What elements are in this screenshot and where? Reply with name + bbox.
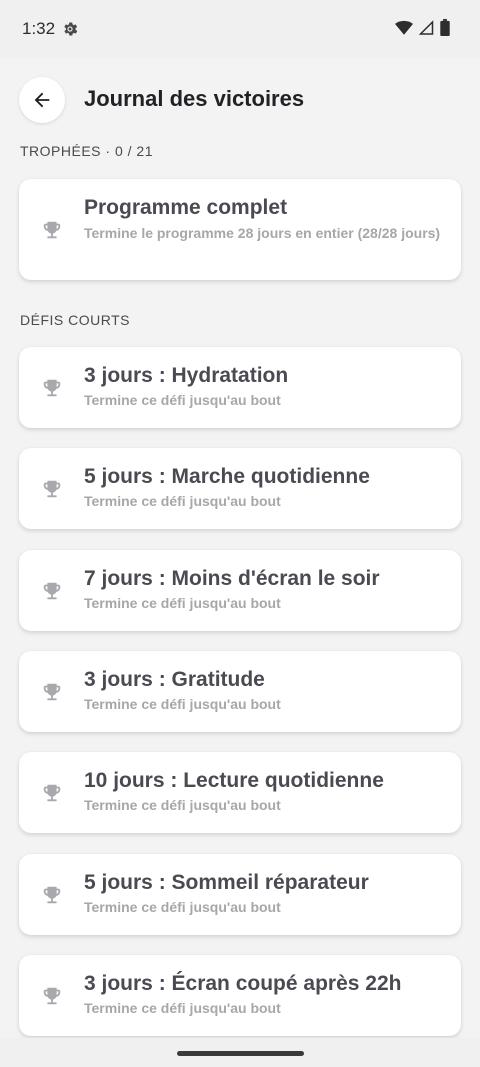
card-title: 3 jours : Écran coupé après 22h xyxy=(84,972,402,995)
status-time: 1:32 xyxy=(22,19,56,38)
challenge-card[interactable]: 5 jours : Marche quotidienne Termine ce d… xyxy=(19,448,461,529)
battery-icon xyxy=(440,19,450,36)
card-title: 5 jours : Marche quotidienne xyxy=(84,465,370,488)
challenge-card[interactable]: 5 jours : Sommeil réparateur Termine ce d… xyxy=(19,854,461,935)
trophy-icon xyxy=(43,784,61,802)
back-button[interactable] xyxy=(19,77,65,123)
card-subtitle: Termine ce défi jusqu'au bout xyxy=(84,493,281,509)
card-title: 3 jours : Gratitude xyxy=(84,668,265,691)
page-title: Journal des victoires xyxy=(84,86,305,111)
challenge-card[interactable]: 3 jours : Écran coupé après 22h Termine c… xyxy=(19,955,461,1036)
challenge-card[interactable]: 3 jours : Hydratation Termine ce défi jus… xyxy=(19,347,461,428)
card-title: 3 jours : Hydratation xyxy=(84,364,289,387)
trophy-icon xyxy=(43,480,61,498)
trophy-icon xyxy=(43,379,61,397)
card-title: 10 jours : Lecture quotidienne xyxy=(84,769,384,792)
trophies-section-label: TROPHÉES · 0 / 21 xyxy=(20,143,153,159)
card-subtitle: Termine le programme 28 jours en entier … xyxy=(84,225,441,241)
card-title: 5 jours : Sommeil réparateur xyxy=(84,871,369,894)
card-subtitle: Termine ce défi jusqu'au bout xyxy=(84,899,281,915)
card-subtitle: Termine ce défi jusqu'au bout xyxy=(84,392,281,408)
cellular-signal-icon xyxy=(419,19,434,35)
arrow-back-icon xyxy=(34,92,50,108)
challenge-card[interactable]: 7 jours : Moins d'écran le soir Termine c… xyxy=(19,550,461,631)
challenge-card[interactable]: 3 jours : Gratitude Termine ce défi jusqu… xyxy=(19,651,461,732)
short-challenges-section-label: DÉFIS COURTS xyxy=(20,312,130,328)
card-subtitle: Termine ce défi jusqu'au bout xyxy=(84,1000,281,1016)
card-subtitle: Termine ce défi jusqu'au bout xyxy=(84,595,281,611)
status-bar: 1:32 xyxy=(0,0,480,58)
trophy-icon xyxy=(43,582,61,600)
trophy-icon xyxy=(43,987,61,1005)
trophy-icon xyxy=(43,221,61,239)
wifi-icon xyxy=(395,20,413,35)
card-subtitle: Termine ce défi jusqu'au bout xyxy=(84,797,281,813)
app-header: Journal des victoires xyxy=(0,58,480,142)
trophy-icon xyxy=(43,683,61,701)
card-title: 7 jours : Moins d'écran le soir xyxy=(84,567,380,590)
card-title: Programme complet xyxy=(84,196,288,219)
home-gesture-handle[interactable] xyxy=(177,1051,304,1056)
card-subtitle: Termine ce défi jusqu'au bout xyxy=(84,696,281,712)
settings-gear-icon xyxy=(64,22,78,36)
program-card[interactable]: Programme complet Termine le programme 2… xyxy=(19,179,461,280)
challenge-card[interactable]: 10 jours : Lecture quotidienne Termine ce… xyxy=(19,752,461,833)
trophy-icon xyxy=(43,886,61,904)
navigation-bar xyxy=(0,1038,480,1067)
